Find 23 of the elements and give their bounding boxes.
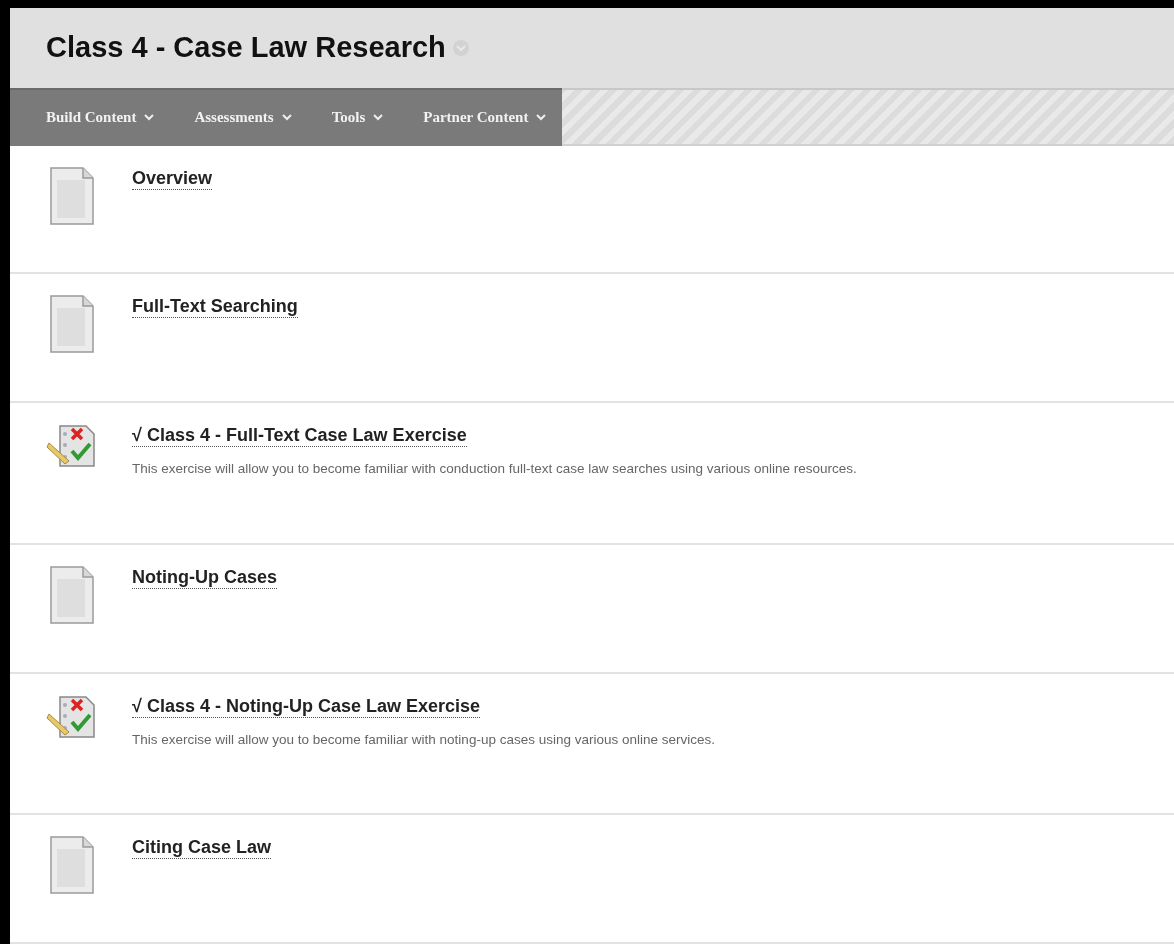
content-item-link[interactable]: Citing Case Law (132, 837, 272, 860)
chevron-icon (373, 114, 384, 122)
toolbar-menu-button[interactable]: Partner Content (423, 109, 547, 127)
document-icon (48, 564, 96, 625)
test-checklist-icon (46, 693, 98, 740)
page-title: Class 4 - Case Law Research (46, 31, 446, 65)
content-item-link[interactable]: √ Class 4 - Noting-Up Case Law Exercise (132, 695, 480, 718)
item-description: This exercise will allow you to become familiar with noting-up cases using various online services. (132, 731, 715, 747)
content-item-link[interactable]: Full-Text Searching (132, 296, 298, 319)
toolbar-menu-button[interactable]: Assessments (194, 109, 292, 127)
test-checklist-icon (46, 423, 98, 470)
chevron-icon (536, 114, 547, 122)
content-item-link[interactable]: √ Class 4 - Full-Text Case Law Exercise (132, 425, 467, 448)
chevron-icon (281, 114, 292, 122)
content-item-link[interactable]: Overview (132, 167, 213, 190)
chevron-icon (144, 114, 155, 122)
document-icon (48, 294, 96, 355)
item-description: This exercise will allow you to become familiar with conduction full-text case law searches using various online resources. (132, 461, 857, 477)
content-item-link[interactable]: Noting-Up Cases (132, 566, 277, 589)
document-icon (48, 835, 96, 896)
toolbar-menu-button[interactable]: Build Content (46, 109, 155, 127)
toolbar-menu-button[interactable]: Tools (331, 109, 384, 127)
document-icon (48, 165, 96, 226)
